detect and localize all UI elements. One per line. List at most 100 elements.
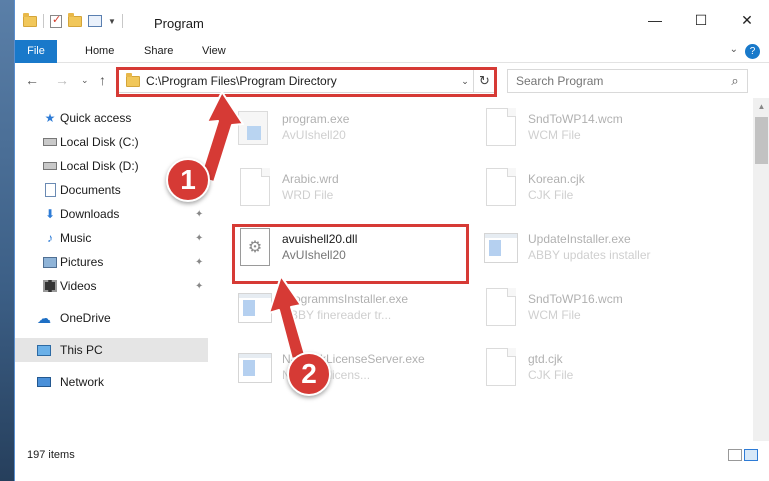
sidebar-item-label: Downloads xyxy=(60,207,120,221)
onedrive-icon: ☁ xyxy=(37,309,51,326)
sidebar-item-quick-access[interactable]: ★ Quick access xyxy=(15,106,208,130)
program-icon xyxy=(238,108,272,148)
file-name: SndToWP16.wcm xyxy=(528,292,623,306)
document-icon xyxy=(484,348,518,388)
exe-icon xyxy=(238,348,272,388)
status-bar: 197 items xyxy=(15,441,769,481)
sidebar-item-label: Local Disk (C:) xyxy=(60,135,139,149)
pin-icon[interactable]: ✦ xyxy=(195,233,203,244)
file-tile[interactable]: gtd.cjk CJK File xyxy=(478,342,713,394)
title-bar: ▼ Program — ☐ ✕ xyxy=(15,0,769,40)
file-tile[interactable]: Korean.cjk CJK File xyxy=(478,162,713,214)
drive-icon xyxy=(43,135,57,149)
file-name: Arabic.wrd xyxy=(282,172,339,186)
help-icon[interactable]: ? xyxy=(745,44,760,59)
item-count: 197 items xyxy=(27,449,75,461)
file-description: ABBY updates installer xyxy=(528,248,651,262)
videos-icon xyxy=(43,279,57,293)
file-tile[interactable]: SndToWP16.wcm WCM File xyxy=(478,282,713,334)
file-tile[interactable]: NetworkLicenseServer.exe Network licens.… xyxy=(232,342,467,394)
sidebar-item-label: Local Disk (D:) xyxy=(60,159,139,173)
document-icon xyxy=(484,168,518,208)
minimize-button[interactable]: — xyxy=(632,6,678,34)
address-highlight-box xyxy=(116,67,497,97)
exe-icon xyxy=(484,228,518,268)
sidebar-item-local-disk-c[interactable]: Local Disk (C:) xyxy=(15,130,208,154)
file-description: CJK File xyxy=(528,188,574,202)
recent-locations-icon[interactable]: ⌄ xyxy=(81,75,89,86)
star-icon: ★ xyxy=(44,111,56,125)
file-name: ProgrammsInstaller.exe xyxy=(282,292,409,306)
properties-check-icon[interactable] xyxy=(50,13,62,28)
file-tile[interactable]: program.exe AvUIshell20 xyxy=(232,102,467,154)
new-folder-icon[interactable] xyxy=(68,12,82,27)
sidebar-item-music[interactable]: ♪ Music ✦ xyxy=(15,226,208,250)
network-icon xyxy=(37,375,51,389)
sidebar-item-this-pc[interactable]: This PC xyxy=(15,338,208,362)
drive-icon xyxy=(43,159,57,173)
sidebar-item-label: Music xyxy=(60,231,92,245)
toolbar-divider xyxy=(121,14,123,28)
pin-icon[interactable]: ✦ xyxy=(195,281,203,292)
file-name: UpdateInstaller.exe xyxy=(528,232,631,246)
tiles-view-icon[interactable] xyxy=(744,449,758,461)
sidebar-item-label: Network xyxy=(60,375,105,389)
file-tile[interactable]: UpdateInstaller.exe ABBY updates install… xyxy=(478,222,713,274)
document-icon xyxy=(238,168,272,208)
pin-icon[interactable]: ✦ xyxy=(195,209,203,220)
scroll-up-icon[interactable]: ▲ xyxy=(753,98,769,115)
properties-icon[interactable] xyxy=(88,15,102,27)
ribbon-tabs: File Home Share View ⌄ ? xyxy=(15,40,769,63)
music-icon: ♪ xyxy=(47,231,53,245)
search-input[interactable] xyxy=(508,74,723,88)
tab-file[interactable]: File xyxy=(15,40,57,63)
file-description: WRD File xyxy=(282,188,334,202)
pc-icon xyxy=(37,343,51,357)
pictures-icon xyxy=(43,255,57,269)
sidebar-item-onedrive[interactable]: ☁ OneDrive xyxy=(15,306,208,330)
quick-access-toolbar: ▼ xyxy=(23,12,123,28)
documents-icon xyxy=(43,183,57,197)
file-description: CJK File xyxy=(528,368,574,382)
step-2-badge: 2 xyxy=(287,352,331,396)
scroll-thumb[interactable] xyxy=(755,117,768,164)
sidebar-item-label: Videos xyxy=(60,279,97,293)
forward-arrow-icon[interactable]: → xyxy=(55,72,69,88)
customize-dropdown-icon[interactable]: ▼ xyxy=(108,17,116,26)
file-name: SndToWP14.wcm xyxy=(528,112,623,126)
details-view-icon[interactable] xyxy=(728,449,742,461)
close-button[interactable]: ✕ xyxy=(724,6,769,34)
file-description: ABBY finereader tr... xyxy=(282,308,392,322)
file-name: program.exe xyxy=(282,112,350,126)
tab-home[interactable]: Home xyxy=(85,40,114,63)
step-1-badge: 1 xyxy=(166,158,210,202)
window-title: Program xyxy=(154,16,204,31)
sidebar-item-downloads[interactable]: ⬇ Downloads ✦ xyxy=(15,202,208,226)
sidebar-item-pictures[interactable]: Pictures ✦ xyxy=(15,250,208,274)
back-arrow-icon[interactable]: ← xyxy=(25,72,39,88)
pin-icon[interactable]: ✦ xyxy=(195,257,203,268)
tab-share[interactable]: Share xyxy=(144,40,173,63)
expand-ribbon-icon[interactable]: ⌄ xyxy=(730,44,738,55)
vertical-scrollbar[interactable]: ▲ xyxy=(753,98,769,441)
file-tile[interactable]: SndToWP14.wcm WCM File xyxy=(478,102,713,154)
up-arrow-icon[interactable]: ↑ xyxy=(99,72,106,88)
sidebar-item-label: OneDrive xyxy=(60,311,111,325)
document-icon xyxy=(484,108,518,148)
sidebar-item-videos[interactable]: Videos ✦ xyxy=(15,274,208,298)
file-tile[interactable]: Arabic.wrd WRD File xyxy=(232,162,467,214)
exe-icon xyxy=(238,288,272,328)
sidebar-item-network[interactable]: Network xyxy=(15,370,208,394)
search-icon[interactable]: ⌕ xyxy=(723,73,747,89)
maximize-button[interactable]: ☐ xyxy=(678,6,724,34)
search-box[interactable]: ⌕ xyxy=(507,69,748,93)
file-tile[interactable]: ProgrammsInstaller.exe ABBY finereader t… xyxy=(232,282,467,334)
tab-view[interactable]: View xyxy=(202,40,226,63)
sidebar-item-label: Documents xyxy=(60,183,121,197)
file-highlight-box xyxy=(232,224,469,284)
navigation-pane: ★ Quick access Local Disk (C:) Local Dis… xyxy=(15,98,208,441)
downloads-icon: ⬇ xyxy=(44,207,56,221)
toolbar-divider xyxy=(43,14,44,28)
file-description: WCM File xyxy=(528,308,581,322)
file-name: Korean.cjk xyxy=(528,172,585,186)
